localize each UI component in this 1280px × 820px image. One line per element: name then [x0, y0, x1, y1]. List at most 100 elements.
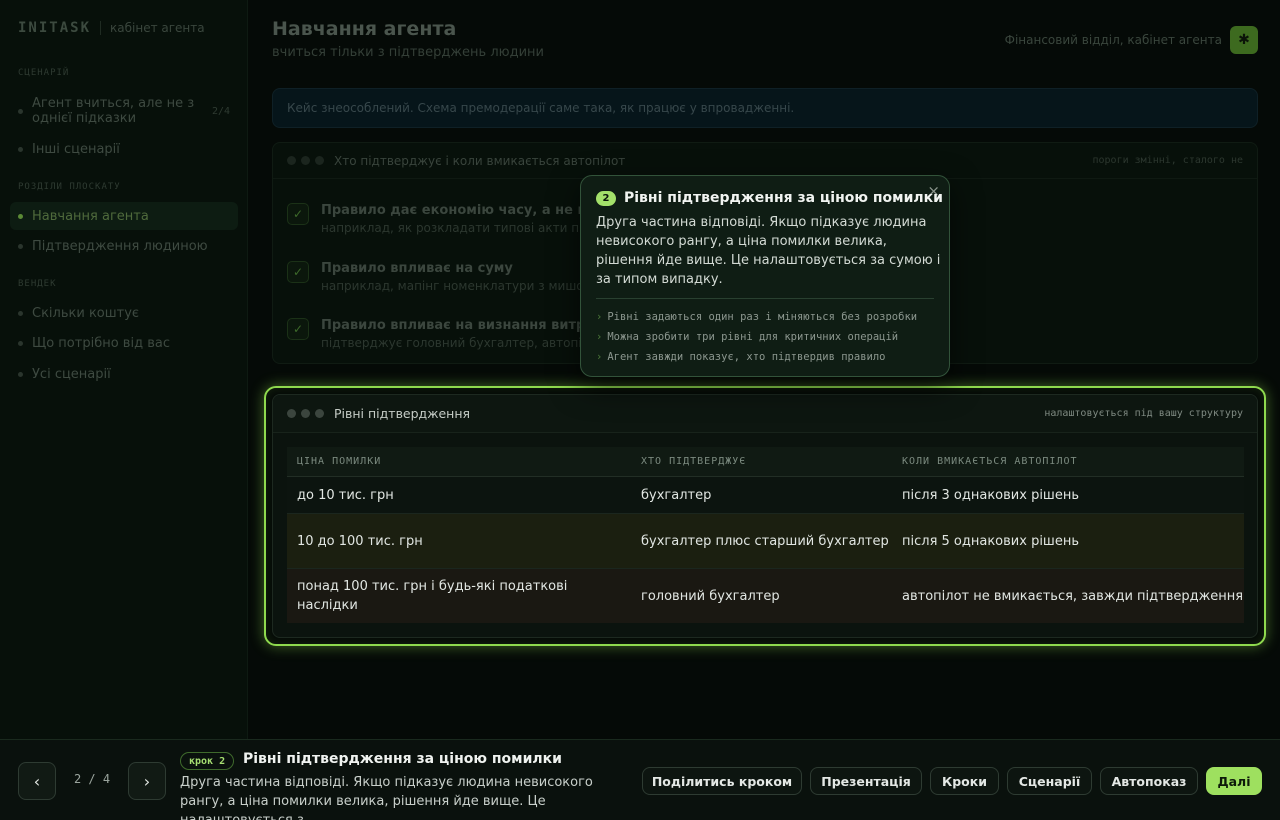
step-description: Друга частина відповіді. Якщо підказує л…: [180, 775, 593, 820]
steps-button[interactable]: Кроки: [930, 767, 999, 795]
table-row: до 10 тис. грн бухгалтер після 3 однаков…: [287, 477, 1244, 514]
brand-subtitle: кабінет агента: [110, 21, 205, 35]
brand: INITASK кабінет агента: [18, 20, 205, 36]
cell-cost: до 10 тис. грн: [297, 487, 394, 503]
page-subtitle: вчиться тільки з підтверджень людини: [272, 45, 544, 60]
sidebar-item-all-scenarios[interactable]: Усі сценарії: [10, 363, 238, 385]
popover-body: Друга частина відповіді. Якщо підказує л…: [596, 215, 941, 287]
brand-logo: INITASK: [18, 20, 92, 36]
share-step-button[interactable]: Поділитись кроком: [642, 767, 802, 795]
rule-title: Правило впливає на суму: [321, 261, 513, 276]
org-label: Фінансовий відділ, кабінет агента: [1004, 33, 1222, 47]
table-row: понад 100 тис. грн і будь-які податкові …: [287, 569, 1244, 623]
cell-when: після 3 однакових рішень: [902, 487, 1079, 503]
levels-panel-title: Рівні підтвердження: [334, 406, 471, 421]
next-button[interactable]: Далі: [1206, 767, 1262, 795]
bullet-icon: [18, 340, 23, 346]
bullet-icon: [18, 108, 23, 114]
column-header-cost: ЦІНА ПОМИЛКИ: [297, 456, 382, 467]
levels-panel-hint: налаштовується під вашу структуру: [1044, 408, 1243, 419]
window-dots-icon: [287, 409, 324, 418]
presentation-button[interactable]: Презентація: [810, 767, 922, 795]
prev-step-button[interactable]: ‹: [18, 762, 56, 800]
bullet-icon: [18, 371, 23, 377]
scenarios-button[interactable]: Сценарії: [1007, 767, 1092, 795]
bullet-text: Можна зробити три рівні для критичних оп…: [607, 331, 899, 343]
tour-popover: × 2 Рівні підтвердження за ціною помилки…: [580, 175, 950, 377]
sidebar-item-label: Що потрібно від вас: [32, 335, 170, 351]
levels-table: ЦІНА ПОМИЛКИ ХТО ПІДТВЕРДЖУЄ КОЛИ ВМИКАЄ…: [287, 447, 1244, 623]
rule-item: ✓ Правило дає економію часу, а не г напр…: [287, 203, 587, 235]
chevron-right-icon: ›: [596, 331, 603, 343]
notice-banner: Кейс знеособлений. Схема премодерації са…: [272, 88, 1258, 128]
bullet-icon: [18, 310, 23, 316]
table-row: 10 до 100 тис. грн бухгалтер плюс старши…: [287, 514, 1244, 569]
step-title: Рівні підтвердження за ціною помилки: [243, 751, 562, 767]
sidebar-item-agent-training[interactable]: Навчання агента: [10, 202, 238, 230]
table-header: ЦІНА ПОМИЛКИ ХТО ПІДТВЕРДЖУЄ КОЛИ ВМИКАЄ…: [287, 447, 1244, 477]
sidebar-item-label: Підтвердження людиною: [32, 238, 208, 254]
cell-cost: 10 до 100 тис. грн: [297, 533, 423, 549]
section-title-scenario: СЦЕНАРІЙ: [18, 68, 70, 78]
column-header-who: ХТО ПІДТВЕРДЖУЄ: [641, 456, 747, 467]
rules-panel-title: Хто підтверджує і коли вмикається автопі…: [334, 153, 626, 168]
step-number-badge: 2: [596, 190, 616, 206]
sidebar-item-other-scenarios[interactable]: Інші сценарії: [10, 138, 238, 160]
bullet-icon: [18, 213, 23, 219]
rule-desc: наприклад, як розкладати типові акти пр: [321, 221, 587, 235]
step-counter: 2 / 4: [73, 772, 111, 786]
header-account: Фінансовий відділ, кабінет агента ✱: [1005, 26, 1258, 54]
tour-bottom-bar: ‹ 2 / 4 › крок 2 Рівні підтвердження за …: [0, 739, 1280, 820]
sidebar: INITASK кабінет агента СЦЕНАРІЙ Агент вч…: [0, 0, 248, 740]
levels-panel: Рівні підтвердження налаштовується під в…: [272, 394, 1258, 638]
column-header-when: КОЛИ ВМИКАЄТЬСЯ АВТОПІЛОТ: [902, 456, 1078, 467]
rule-desc: наприклад, мапінг номенклатури з мишо: [321, 279, 584, 293]
rules-panel-hint: пороги змінні, сталого не: [1092, 155, 1243, 166]
sidebar-item-label: Агент вчиться, але не з однієї підказки: [32, 96, 195, 126]
popover-bullets: › Рівні задаються один раз і міняються бе…: [596, 307, 917, 367]
popover-title: Рівні підтвердження за ціною помилки: [624, 190, 943, 206]
rule-item: ✓ Правило впливає на визнання витр підтв…: [287, 318, 585, 350]
cell-who: бухгалтер: [641, 487, 712, 503]
cell-when: автопілот не вмикається, завжди підтверд…: [902, 588, 1244, 604]
section-title-chapters: РОЗДІЛИ ПЛОСКАТУ: [18, 182, 121, 192]
bullet-icon: [18, 243, 23, 249]
sidebar-item-label: Скільки коштує: [32, 305, 140, 321]
check-icon: ✓: [287, 318, 309, 340]
sidebar-item-human-confirmation[interactable]: Підтвердження людиною: [10, 235, 238, 257]
step-badge: крок 2: [180, 752, 235, 770]
popover-header: 2 Рівні підтвердження за ціною помилки: [596, 190, 943, 206]
sidebar-item-current-scenario[interactable]: Агент вчиться, але не з однієї підказки …: [10, 94, 238, 128]
bullet-text: Рівні задаються один раз і міняються без…: [607, 311, 918, 323]
check-icon: ✓: [287, 203, 309, 225]
rule-title: Правило дає економію часу, а не г: [321, 203, 585, 218]
list-item: › Можна зробити три рівні для критичних о…: [596, 327, 917, 347]
cell-when: після 5 однакових рішень: [902, 533, 1079, 549]
window-dots-icon: [287, 156, 324, 165]
rule-desc: підтверджує головний бухгалтер, автопі: [321, 336, 582, 350]
cell-who: бухгалтер плюс старший бухгалтер: [641, 533, 889, 549]
page-title: Навчання агента: [272, 18, 457, 40]
popover-divider: [596, 298, 934, 299]
check-icon: ✓: [287, 261, 309, 283]
section-title-more: ВЕНДЕК: [18, 279, 57, 289]
rule-item: ✓ Правило впливає на суму наприклад, мап…: [287, 261, 584, 293]
list-item: › Агент завжди показує, хто підтвердив пр…: [596, 347, 917, 367]
list-item: › Рівні задаються один раз і міняються бе…: [596, 307, 917, 327]
cell-who: головний бухгалтер: [641, 588, 780, 604]
sidebar-item-requirements[interactable]: Що потрібно від вас: [10, 332, 238, 354]
rule-title: Правило впливає на визнання витр: [321, 318, 586, 333]
sidebar-item-pricing[interactable]: Скільки коштує: [10, 302, 238, 324]
autoplay-button[interactable]: Автопоказ: [1100, 767, 1198, 795]
chevron-right-icon: ›: [596, 351, 603, 363]
chevron-right-icon: ›: [596, 311, 603, 323]
levels-panel-header: Рівні підтвердження налаштовується під в…: [273, 395, 1257, 433]
rules-panel-header: Хто підтверджує і коли вмикається автопі…: [273, 143, 1257, 179]
sidebar-item-count: 2/4: [211, 105, 230, 117]
sidebar-item-label: Усі сценарії: [32, 366, 111, 382]
brand-divider: [100, 21, 102, 35]
bullet-icon: [18, 146, 23, 152]
settings-icon[interactable]: ✱: [1230, 26, 1258, 54]
next-step-arrow-button[interactable]: ›: [128, 762, 166, 800]
cell-cost: понад 100 тис. грн і будь-які податкові …: [297, 579, 568, 613]
